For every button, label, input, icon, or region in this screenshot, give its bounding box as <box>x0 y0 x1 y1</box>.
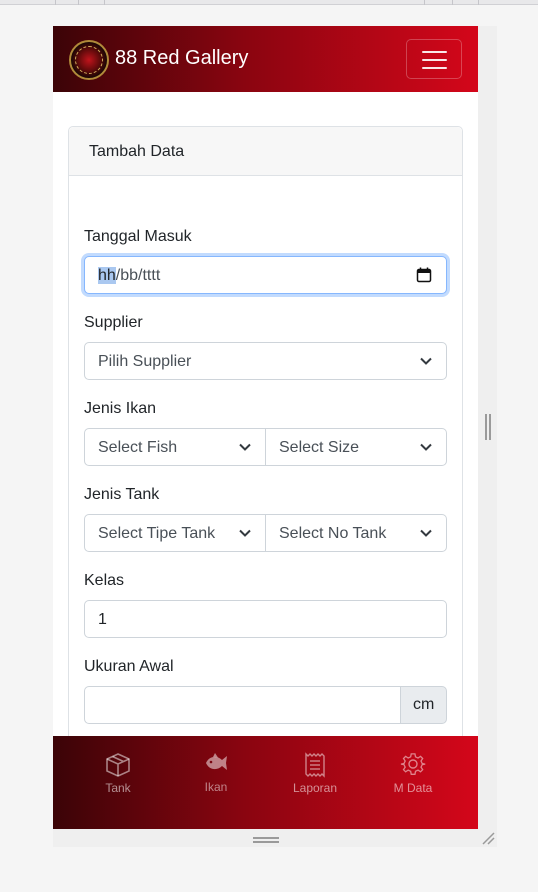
nav-label-ikan: Ikan <box>204 780 228 794</box>
fish-selected: Select Fish <box>98 439 178 456</box>
kelas-input[interactable]: 1 <box>84 600 447 638</box>
nav-label-laporan: Laporan <box>292 781 338 795</box>
chevron-down-icon <box>420 529 432 537</box>
unit-addon: cm <box>400 686 447 724</box>
fish-select[interactable]: Select Fish <box>84 428 266 466</box>
box-icon <box>106 753 130 777</box>
resize-handle-right[interactable] <box>485 414 491 440</box>
tipe-tank-select[interactable]: Select Tipe Tank <box>84 514 266 552</box>
tanggal-masuk-label: Tanggal Masuk <box>84 228 192 245</box>
date-hour-segment[interactable]: hh <box>98 267 116 284</box>
calendar-icon[interactable] <box>416 267 432 283</box>
nav-label-tank: Tank <box>105 781 131 795</box>
jenis-ikan-label: Jenis Ikan <box>84 400 157 417</box>
browser-top-strip <box>0 0 538 5</box>
fish-icon <box>206 753 227 770</box>
supplier-selected: Pilih Supplier <box>98 353 192 370</box>
chevron-down-icon <box>420 443 432 451</box>
tipe-tank-selected: Select Tipe Tank <box>98 525 216 542</box>
resize-corner-icon[interactable] <box>481 831 495 845</box>
resize-handle-bottom[interactable] <box>253 837 279 844</box>
jenis-tank-label: Jenis Tank <box>84 486 160 503</box>
nav-item-tank[interactable]: Tank <box>65 736 171 829</box>
bottom-navigation: Tank Ikan Laporan M Data <box>53 736 478 829</box>
no-tank-selected: Select No Tank <box>279 525 387 542</box>
ukuran-awal-input[interactable] <box>84 686 401 724</box>
chevron-down-icon <box>420 357 432 365</box>
tanggal-masuk-date-input[interactable]: hh/bb/tttt <box>84 256 447 294</box>
chevron-down-icon <box>239 529 251 537</box>
date-rest-segment[interactable]: /bb/tttt <box>116 267 160 284</box>
dragon-logo-icon[interactable] <box>69 40 109 80</box>
nav-label-m-data: M Data <box>393 781 433 795</box>
supplier-label: Supplier <box>84 314 143 331</box>
chevron-down-icon <box>239 443 251 451</box>
nav-item-m-data[interactable]: M Data <box>360 736 466 829</box>
unit-label: cm <box>413 696 435 713</box>
size-select[interactable]: Select Size <box>266 428 447 466</box>
card-title: Tambah Data <box>89 143 185 160</box>
app-viewport: 88 Red Gallery Tambah Data Tanggal Masuk… <box>53 26 478 829</box>
hamburger-menu-button[interactable] <box>406 39 462 79</box>
no-tank-select[interactable]: Select No Tank <box>266 514 447 552</box>
card-header: Tambah Data <box>69 127 462 176</box>
nav-item-laporan[interactable]: Laporan <box>262 736 368 829</box>
top-navbar: 88 Red Gallery <box>53 26 478 92</box>
kelas-label: Kelas <box>84 572 125 589</box>
kelas-value: 1 <box>98 611 107 628</box>
size-selected: Select Size <box>279 439 360 456</box>
brand-title[interactable]: 88 Red Gallery <box>115 46 248 70</box>
supplier-select[interactable]: Pilih Supplier <box>84 342 447 380</box>
ukuran-awal-label: Ukuran Awal <box>84 658 174 675</box>
receipt-icon <box>305 752 325 778</box>
gear-icon <box>400 753 426 775</box>
nav-item-ikan[interactable]: Ikan <box>163 736 269 829</box>
